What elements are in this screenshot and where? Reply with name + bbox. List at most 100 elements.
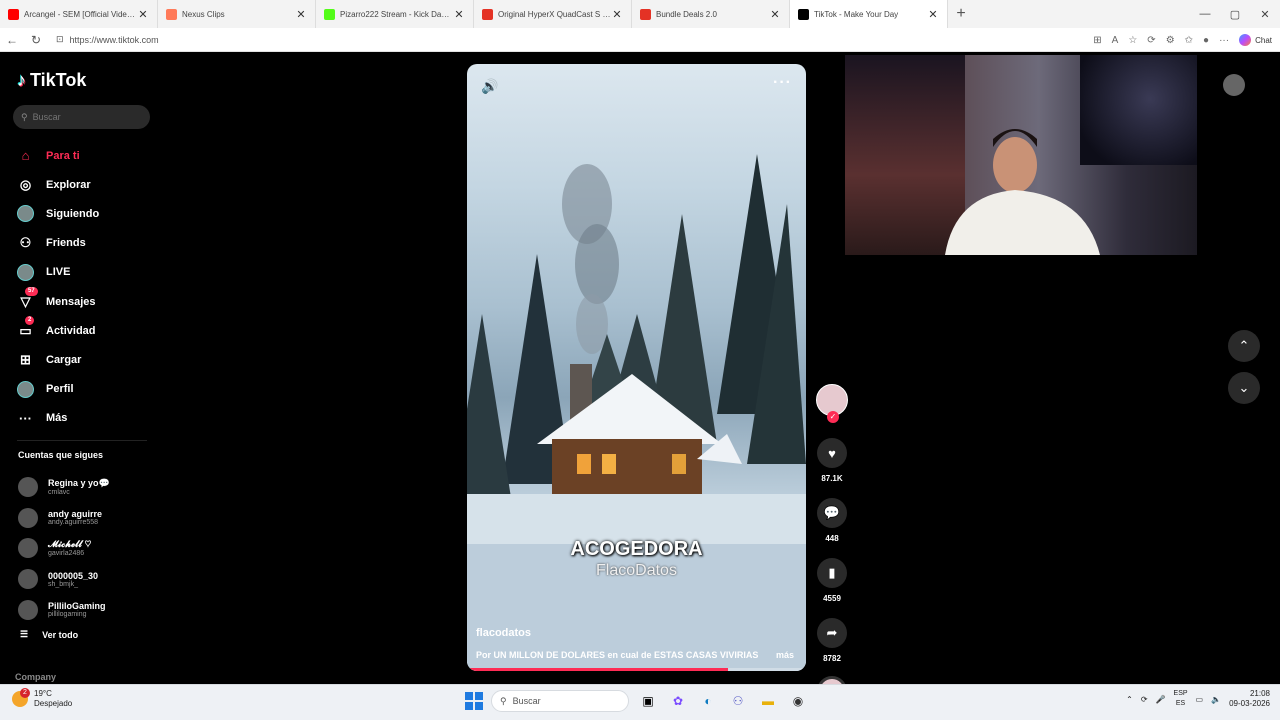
upload-icon: ⊞ [20, 351, 31, 367]
extensions-icon[interactable]: ⚙ [1166, 35, 1175, 46]
copilot-app-icon[interactable]: ✿ [667, 690, 689, 712]
teams-icon[interactable]: ⚇ [727, 690, 749, 712]
following-account[interactable]: 𝓜𝓲𝓬𝓱𝓮𝓵𝓵 ♡ gavirla2486 [18, 533, 158, 564]
new-tab-button[interactable]: + [948, 5, 974, 23]
comment-icon: 💬 [823, 505, 841, 520]
language-top: ESP [1173, 690, 1188, 697]
sidebar-item-m-s[interactable]: ··· Más [17, 404, 157, 433]
browser-tab[interactable]: Bundle Deals 2.0 ✕ [632, 0, 790, 28]
browser-tab[interactable]: Pizarro222 Stream - Kick Dashboa ✕ [316, 0, 474, 28]
microphone-icon[interactable]: 🎤 [1156, 695, 1166, 704]
search-box[interactable]: ⚲ [13, 105, 150, 129]
creator-avatar[interactable]: ✓ [816, 384, 848, 423]
next-video-button[interactable]: ⌄ [1228, 372, 1260, 404]
task-view-icon[interactable]: ▣ [637, 690, 659, 712]
follow-plus-icon[interactable]: ✓ [827, 411, 839, 423]
sidebar-item-para-ti[interactable]: ⌂ Para ti [17, 141, 157, 170]
search-input[interactable] [32, 112, 133, 122]
notification-badge: 57 [25, 287, 38, 297]
weather-widget[interactable]: 2 19°C Despejado [12, 688, 72, 709]
network-icon[interactable]: ▭ [1196, 695, 1204, 704]
sidebar-item-friends[interactable]: ⚇ Friends [17, 229, 157, 258]
url-field[interactable]: ⊡ https://www.tiktok.com [56, 34, 159, 45]
following-account[interactable]: 0000005_30 sh_bmjk_ [18, 564, 158, 595]
browser-tab[interactable]: Arcangel - SEM [Official Video] - Y ✕ [0, 0, 158, 28]
speaker-icon[interactable]: 🔈 [1211, 695, 1221, 704]
favorite-icon[interactable]: ☆ [1128, 35, 1137, 46]
copilot-chat-button[interactable]: Chat [1239, 34, 1272, 46]
sidebar-item-label: Cargar [46, 353, 82, 366]
close-tab-icon[interactable]: ✕ [769, 8, 781, 21]
more-description-link[interactable]: más [776, 650, 794, 660]
sidebar-item-explorar[interactable]: ◎ Explorar [17, 170, 157, 199]
windows-start-icon[interactable] [465, 692, 483, 710]
tiktok-logo[interactable]: ♪ TikTok [17, 70, 86, 91]
close-tab-icon[interactable]: ✕ [611, 8, 623, 21]
language-indicator[interactable]: ESP ES [1174, 689, 1188, 709]
sidebar-item-actividad[interactable]: ▭ 2 Actividad [17, 316, 157, 345]
company-link[interactable]: Company [15, 672, 56, 682]
list-icon: ☰ [20, 629, 29, 639]
address-bar: ← ↻ ⊡ https://www.tiktok.com ⊞ A ☆ ⟳ ⚙ ✩… [0, 28, 1280, 52]
translate-icon[interactable]: A [1112, 35, 1119, 46]
weather-badge: 2 [20, 688, 30, 698]
save-button[interactable]: ▮ [817, 558, 847, 588]
music-disc-icon[interactable] [817, 676, 847, 684]
sidebar-item-siguiendo[interactable]: Siguiendo [17, 199, 157, 228]
browser-tab[interactable]: Original HyperX QuadCast S RGB -✕ [474, 0, 632, 28]
close-tab-icon[interactable]: ✕ [295, 8, 307, 21]
share-button[interactable]: ➦ [817, 618, 847, 648]
main-nav: ⌂ Para ti ◎ Explorar Siguiendo ⚇ Friends LIVE ▽ 5… [17, 141, 157, 433]
sync-icon[interactable]: ⟳ [1141, 695, 1148, 704]
profile-icon[interactable]: ● [1203, 35, 1209, 46]
chevron-up-icon[interactable]: ⌃ [1126, 695, 1133, 704]
settings-menu-icon[interactable]: ··· [1219, 35, 1229, 46]
video-more-icon[interactable]: ··· [773, 74, 792, 92]
comment-button[interactable]: 💬 [817, 498, 847, 528]
maximize-icon[interactable]: ▢ [1220, 0, 1250, 28]
tab-title: Pizarro222 Stream - Kick Dashboa [340, 9, 453, 19]
avatar [18, 507, 38, 528]
minimize-icon[interactable]: — [1190, 0, 1220, 28]
brand-name: TikTok [30, 70, 87, 90]
taskbar: 2 19°C Despejado ⚲ Buscar ▣ ✿ ◐ ⚇ ▬ ◉ ⌃ … [0, 684, 1280, 720]
like-button[interactable]: ♥ [817, 438, 847, 468]
sidebar-item-live[interactable]: LIVE [17, 258, 157, 287]
see-all-button[interactable]: ☰ Ver todo [20, 629, 78, 640]
tab-favicon-icon [324, 8, 335, 20]
browser-tab[interactable]: TikTok - Make Your Day ✕ [790, 0, 948, 28]
close-tab-icon[interactable]: ✕ [927, 8, 939, 21]
sidebar-item-mensajes[interactable]: ▽ 57 Mensajes [17, 287, 157, 316]
previous-video-button[interactable]: ⌃ [1228, 330, 1260, 362]
app-available-icon[interactable]: ⊞ [1093, 35, 1101, 46]
favorites-icon[interactable]: ✩ [1185, 35, 1193, 46]
video-progress-bar[interactable] [467, 668, 806, 671]
file-explorer-icon[interactable]: ▬ [757, 690, 779, 712]
close-tab-icon[interactable]: ✕ [453, 8, 465, 21]
reload-icon[interactable]: ↻ [24, 33, 48, 47]
clock-date: 09-03-2026 [1229, 699, 1270, 708]
site-info-icon[interactable]: ⊡ [56, 34, 64, 45]
back-icon[interactable]: ← [0, 33, 24, 47]
browser-tab[interactable]: Nexus Clips ✕ [158, 0, 316, 28]
following-account[interactable]: Regina y yo💬 cmlavc [18, 472, 158, 503]
sidebar-item-label: LIVE [46, 266, 71, 279]
following-account[interactable]: andy aguirre andy.aguirre558 [18, 503, 158, 534]
edge-icon[interactable]: ◐ [697, 690, 719, 712]
volume-icon[interactable]: 🔊 [481, 78, 498, 95]
video-username[interactable]: flacodatos [476, 627, 531, 639]
sidebar-item-cargar[interactable]: ⊞ Cargar [17, 345, 157, 374]
sidebar-item-perfil[interactable]: Perfil [17, 375, 157, 404]
video-player[interactable]: 🔊 ··· ACOGEDORA FlacoDatos flacodatos Po… [467, 64, 806, 671]
clock[interactable]: 21:08 09-03-2026 [1229, 689, 1270, 709]
user-avatar[interactable] [1223, 74, 1245, 96]
profile-avatar-icon [17, 380, 34, 398]
close-window-icon[interactable]: ✕ [1250, 0, 1280, 28]
close-tab-icon[interactable]: ✕ [137, 8, 149, 21]
taskbar-search[interactable]: ⚲ Buscar [491, 690, 629, 712]
account-name: 0000005_30 [48, 570, 99, 581]
refresh-extension-icon[interactable]: ⟳ [1147, 35, 1155, 46]
url-text: https://www.tiktok.com [69, 34, 159, 45]
obs-icon[interactable]: ◉ [787, 690, 809, 712]
following-account[interactable]: PilliloGaming pillilogaming [18, 594, 158, 625]
